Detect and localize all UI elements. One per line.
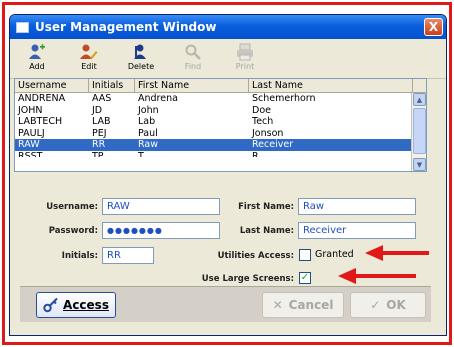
table-row[interactable]: PAULJ PEJ Paul Jonson <box>15 128 426 140</box>
utilities-access-label: Utilities Access: <box>217 251 294 261</box>
first-name-label: First Name: <box>238 202 294 212</box>
cell-initials: JD <box>92 104 103 116</box>
scroll-down-icon[interactable]: ▼ <box>413 158 426 171</box>
cell-last-name: Schemerhorn <box>252 93 316 104</box>
initials-field[interactable]: RR <box>102 247 154 264</box>
delete-user-icon <box>132 42 150 62</box>
cell-first-name: T <box>138 150 144 157</box>
column-header-last-name[interactable]: Last Name <box>249 79 413 92</box>
cell-last-name: Receiver <box>252 139 294 150</box>
users-table: Username Initials First Name Last Name A… <box>14 78 427 172</box>
table-header: Username Initials First Name Last Name <box>15 79 426 93</box>
table-row[interactable]: JOHN JD John Doe <box>15 105 426 117</box>
delete-label: Delete <box>127 62 155 71</box>
access-label: Access <box>63 298 109 312</box>
last-name-label: Last Name: <box>239 226 294 236</box>
granted-label: Granted <box>315 249 354 260</box>
initials-label: Initials: <box>61 251 98 261</box>
cell-initials: PEJ <box>92 127 107 139</box>
column-header-username[interactable]: Username <box>15 79 89 92</box>
cancel-x-icon: ✕ <box>272 298 283 312</box>
cell-username: PAULJ <box>18 127 45 139</box>
cell-username: JOHN <box>18 104 43 116</box>
toolbar: Add Edit Delete Find Print <box>10 39 446 79</box>
utilities-access-checkbox[interactable] <box>299 249 311 261</box>
window-icon <box>16 21 29 33</box>
add-user-icon <box>28 42 46 62</box>
password-field[interactable]: ●●●●●●● <box>102 222 220 239</box>
table-row[interactable]: LABTECH LAB Lab Tech <box>15 116 426 128</box>
last-name-field[interactable]: Receiver <box>298 222 416 239</box>
edit-user-icon <box>80 42 98 62</box>
cell-last-name: Jonson <box>252 127 284 139</box>
cancel-button[interactable]: ✕ Cancel <box>262 292 344 318</box>
username-field[interactable]: RAW <box>102 198 220 215</box>
cell-first-name: Paul <box>138 127 158 139</box>
table-scrollbar[interactable]: ▲ ▼ <box>411 93 426 171</box>
cell-username: RSST <box>18 150 43 157</box>
scroll-thumb[interactable] <box>413 108 426 154</box>
cell-username: RAW <box>18 139 40 150</box>
access-button[interactable]: Access <box>36 292 116 318</box>
find-label: Find <box>184 62 202 71</box>
print-icon <box>236 42 254 62</box>
access-key-icon <box>43 297 58 313</box>
cell-last-name: R <box>252 150 259 157</box>
cell-initials: RR <box>92 139 106 150</box>
edit-label: Edit <box>81 62 97 71</box>
print-button[interactable]: Print <box>226 42 264 78</box>
edit-button[interactable]: Edit <box>70 42 108 78</box>
cell-first-name: Lab <box>138 116 156 127</box>
first-name-field[interactable]: Raw <box>298 198 416 215</box>
cell-first-name: Raw <box>138 139 158 150</box>
ok-label: OK <box>386 298 406 312</box>
cell-username: ANDRENA <box>18 93 66 104</box>
close-button[interactable]: X <box>424 18 443 36</box>
close-icon: X <box>428 20 439 34</box>
column-header-initials[interactable]: Initials <box>89 79 135 92</box>
red-arrow-icon <box>338 268 416 284</box>
title-bar[interactable]: User Management Window X <box>10 15 446 39</box>
print-label: Print <box>235 62 255 71</box>
cancel-label: Cancel <box>288 298 334 312</box>
add-button[interactable]: Add <box>18 42 56 78</box>
cell-first-name: Andrena <box>138 93 178 104</box>
delete-button[interactable]: Delete <box>122 42 160 78</box>
username-label: Username: <box>46 202 98 212</box>
scroll-up-icon[interactable]: ▲ <box>413 93 426 106</box>
table-row[interactable]: ANDRENA AAS Andrena Schemerhorn <box>15 93 426 105</box>
column-header-first-name[interactable]: First Name <box>135 79 249 92</box>
table-row-selected[interactable]: RAW RR Raw Receiver <box>15 139 426 151</box>
find-icon <box>184 42 202 62</box>
cell-initials: LAB <box>92 116 111 127</box>
password-label: Password: <box>48 226 98 236</box>
table-row-partial[interactable]: RSST TP T R <box>15 151 426 157</box>
red-arrow-icon <box>365 245 429 261</box>
cell-first-name: John <box>138 104 159 116</box>
cell-last-name: Tech <box>252 116 274 127</box>
cell-initials: AAS <box>92 93 112 104</box>
check-icon: ✓ <box>300 272 310 283</box>
window-title: User Management Window <box>35 20 217 34</box>
use-large-screens-checkbox[interactable]: ✓ <box>299 272 311 284</box>
cell-username: LABTECH <box>18 116 63 127</box>
use-large-screens-label: Use Large Screens: <box>201 274 294 284</box>
button-bar: Access ✕ Cancel ✓ OK <box>20 286 431 322</box>
cell-last-name: Doe <box>252 104 271 116</box>
ok-check-icon: ✓ <box>370 298 381 312</box>
find-button[interactable]: Find <box>174 42 212 78</box>
cell-initials: TP <box>92 150 104 157</box>
ok-button[interactable]: ✓ OK <box>350 292 426 318</box>
add-label: Add <box>29 62 45 71</box>
